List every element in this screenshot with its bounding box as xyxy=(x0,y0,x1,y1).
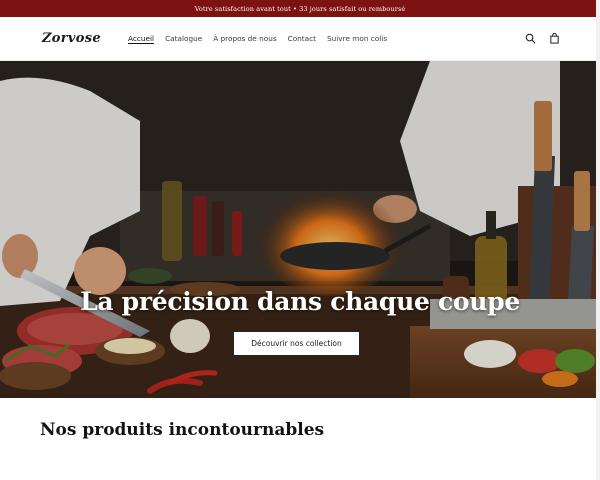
announcement-bar: Votre satisfaction avant tout • 33 jours… xyxy=(0,0,600,17)
nav-link-contact[interactable]: Contact xyxy=(288,34,316,43)
page-scrollbar[interactable] xyxy=(596,0,600,480)
header-icons xyxy=(525,33,560,44)
nav-link-accueil[interactable]: Accueil xyxy=(128,34,154,43)
main-nav: Accueil Catalogue À propos de nous Conta… xyxy=(128,34,387,43)
featured-products-title: Nos produits incontournables xyxy=(40,420,325,440)
nav-link-suivre-colis[interactable]: Suivre mon colis xyxy=(327,34,387,43)
site-header: Zorvose Accueil Catalogue À propos de no… xyxy=(0,17,600,61)
announcement-text: Votre satisfaction avant tout • 33 jours… xyxy=(194,4,406,13)
discover-collection-button[interactable]: Découvrir nos collection xyxy=(234,332,359,355)
nav-link-catalogue[interactable]: Catalogue xyxy=(165,34,202,43)
search-icon[interactable] xyxy=(525,33,536,44)
hero-title: La précision dans chaque coupe xyxy=(80,287,520,316)
hero-banner: La précision dans chaque coupe Découvrir… xyxy=(0,61,600,398)
nav-link-a-propos[interactable]: À propos de nous xyxy=(213,34,276,43)
site-logo[interactable]: Zorvose xyxy=(42,31,120,46)
cart-icon[interactable] xyxy=(549,33,560,44)
